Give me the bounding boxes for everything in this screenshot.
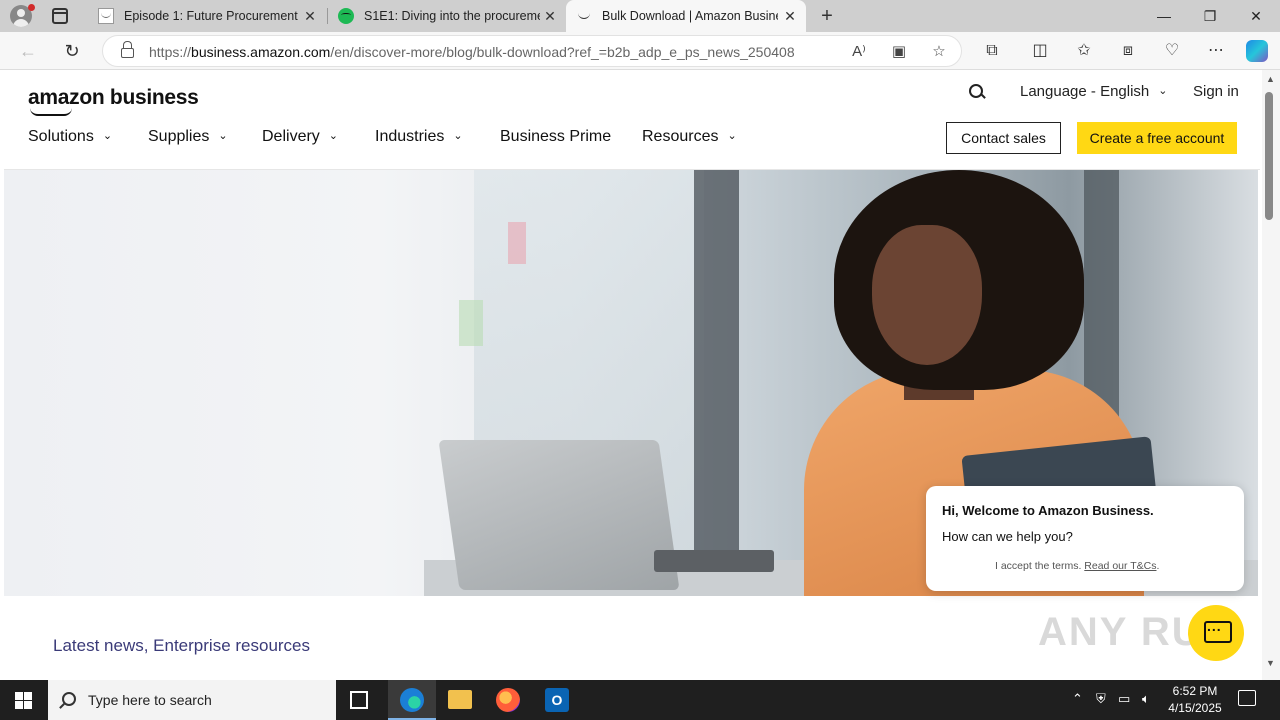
immersive-reader-icon[interactable]: ▣: [889, 42, 909, 62]
lock-icon[interactable]: [121, 41, 134, 58]
taskbar-search-box[interactable]: Type here to search: [48, 680, 336, 720]
chevron-down-icon: ⌄: [1158, 85, 1168, 97]
outlook-icon: O: [545, 688, 569, 712]
taskbar-clock[interactable]: 6:52 PM 4/15/2025: [1160, 683, 1230, 717]
collections-icon[interactable]: ⧈: [1118, 41, 1138, 61]
minimize-button[interactable]: —: [1154, 6, 1174, 26]
clock-time: 6:52 PM: [1172, 684, 1218, 698]
menu-supplies[interactable]: Supplies ⌄: [148, 128, 228, 146]
restore-button[interactable]: ❐: [1200, 6, 1220, 26]
sign-in-link[interactable]: Sign in: [1193, 83, 1239, 100]
chat-prompt[interactable]: How can we help you?: [942, 529, 1073, 544]
scroll-down-icon[interactable]: ▼: [1266, 658, 1275, 668]
chat-terms: I accept the terms. Read our T&Cs.: [995, 560, 1160, 572]
tray-security-icon[interactable]: ⛨: [1096, 691, 1106, 707]
spotify-favicon-icon: [338, 8, 354, 24]
menu-solutions[interactable]: Solutions ⌄: [28, 128, 112, 146]
contact-sales-button[interactable]: Contact sales: [946, 122, 1061, 154]
notification-dot: [28, 4, 35, 11]
search-placeholder: Type here to search: [88, 692, 212, 708]
article-title-partial: [53, 664, 1193, 680]
network-icon[interactable]: ▭: [1118, 691, 1130, 707]
create-account-button[interactable]: Create a free account: [1077, 122, 1237, 154]
browser-essentials-icon[interactable]: ♡: [1162, 41, 1182, 61]
browser-toolbar: ← ↻ https://business.amazon.com/en/disco…: [0, 32, 1280, 70]
terms-link[interactable]: Read our T&Cs: [1084, 560, 1156, 572]
extensions-icon[interactable]: ⧉: [982, 41, 1002, 61]
chevron-down-icon: ⌄: [453, 130, 463, 142]
web-page: amazon business Language - English ⌄ Sign…: [4, 70, 1260, 680]
tab-title: Bulk Download | Amazon Busine: [602, 9, 778, 23]
article-category[interactable]: Latest news, Enterprise resources: [53, 636, 310, 656]
close-tab-icon[interactable]: ✕: [782, 8, 798, 24]
notifications-icon[interactable]: [1238, 690, 1256, 706]
taskbar-firefox[interactable]: [484, 680, 532, 720]
chat-button[interactable]: [1188, 605, 1244, 661]
browser-tab-s1e1[interactable]: S1E1: Diving into the procureme ✕: [328, 0, 566, 32]
chevron-down-icon: ⌄: [102, 130, 113, 142]
browser-tab-bulk-download[interactable]: Bulk Download | Amazon Busine ✕: [566, 0, 806, 32]
edge-icon: [400, 688, 424, 712]
browser-tab-strip: Episode 1: Future Procurement S ✕ S1E1: …: [0, 0, 1280, 32]
chat-welcome-popup: Hi, Welcome to Amazon Business. How can …: [926, 486, 1244, 591]
chevron-down-icon: ⌄: [328, 130, 339, 142]
amazon-smile-icon: [30, 108, 72, 116]
url-text[interactable]: https://business.amazon.com/en/discover-…: [149, 44, 795, 60]
close-tab-icon[interactable]: ✕: [302, 8, 318, 24]
refresh-icon[interactable]: ↻: [62, 41, 82, 61]
chevron-down-icon: ⌄: [218, 130, 228, 142]
taskbar-edge[interactable]: [388, 680, 436, 720]
new-tab-button[interactable]: +: [816, 5, 838, 27]
taskbar-outlook[interactable]: O: [533, 680, 581, 720]
clock-date: 4/15/2025: [1168, 701, 1222, 715]
amazon-favicon-icon: [576, 8, 592, 24]
tab-title: S1E1: Diving into the procureme: [364, 9, 540, 23]
close-window-button[interactable]: ✕: [1246, 6, 1266, 26]
browser-tab-episode[interactable]: Episode 1: Future Procurement S ✕: [88, 0, 326, 32]
volume-icon[interactable]: 🔈︎: [1142, 691, 1150, 707]
taskbar-file-explorer[interactable]: [436, 680, 484, 720]
copilot-icon[interactable]: [1246, 40, 1268, 62]
search-icon[interactable]: [967, 82, 987, 102]
search-icon: [62, 692, 76, 706]
scrollbar-thumb[interactable]: [1265, 92, 1273, 220]
windows-taskbar: Type here to search O ⌃ ⛨ ▭ 🔈︎ 6:52 PM 4…: [0, 680, 1280, 720]
tab-title: Episode 1: Future Procurement S: [124, 9, 300, 23]
chevron-down-icon: ⌄: [727, 130, 737, 142]
mail-favicon-icon: [98, 8, 114, 24]
settings-more-icon[interactable]: ⋯: [1206, 41, 1226, 61]
scroll-up-icon[interactable]: ▲: [1266, 74, 1275, 84]
windows-start-icon[interactable]: [15, 692, 32, 709]
amazon-business-logo[interactable]: amazon business: [28, 86, 199, 116]
tab-actions-icon[interactable]: [52, 8, 68, 24]
folder-icon: [448, 690, 472, 709]
page-scrollbar[interactable]: ▲ ▼: [1262, 70, 1280, 680]
menu-industries[interactable]: Industries ⌄: [375, 128, 463, 146]
firefox-icon: [496, 688, 520, 712]
read-aloud-icon[interactable]: A⁾: [849, 42, 869, 62]
menu-business-prime[interactable]: Business Prime: [500, 128, 611, 146]
menu-delivery[interactable]: Delivery ⌄: [262, 128, 338, 146]
task-view-icon[interactable]: [350, 691, 368, 709]
split-screen-icon[interactable]: ◫: [1030, 41, 1050, 61]
address-bar[interactable]: https://business.amazon.com/en/discover-…: [102, 35, 962, 67]
language-selector[interactable]: Language - English ⌄: [1020, 83, 1167, 100]
chat-greeting: Hi, Welcome to Amazon Business.: [942, 503, 1154, 518]
menu-resources[interactable]: Resources ⌄: [642, 128, 737, 146]
favorites-icon[interactable]: ✩: [1074, 41, 1094, 61]
back-arrow-icon[interactable]: ←: [18, 41, 38, 61]
favorite-star-icon[interactable]: ☆: [929, 42, 949, 62]
tray-chevron-up-icon[interactable]: ⌃: [1072, 691, 1083, 707]
close-tab-icon[interactable]: ✕: [542, 8, 558, 24]
